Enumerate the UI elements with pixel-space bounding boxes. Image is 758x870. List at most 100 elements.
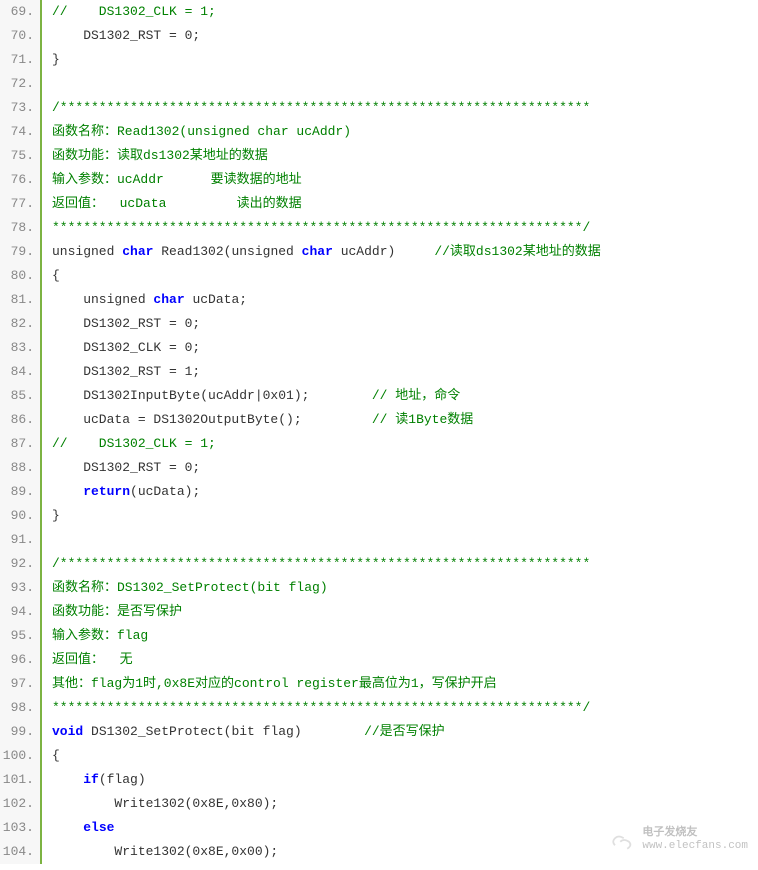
code-line[interactable]: 输入参数：flag: [52, 624, 758, 648]
code-line[interactable]: void DS1302_SetProtect(bit flag) //是否写保护: [52, 720, 758, 744]
line-number: 90.: [0, 504, 34, 528]
code-line[interactable]: if(flag): [52, 768, 758, 792]
code-token-comment: ****************************************…: [52, 700, 590, 715]
line-number: 72.: [0, 72, 34, 96]
code-line[interactable]: unsigned char ucData;: [52, 288, 758, 312]
code-token-plain: DS1302_SetProtect(bit flag): [83, 724, 364, 739]
code-line[interactable]: 函数名称：Read1302(unsigned char ucAddr): [52, 120, 758, 144]
code-token-comment: 函数名称：Read1302(unsigned char ucAddr): [52, 124, 351, 139]
code-token-plain: DS1302_RST = 1;: [52, 364, 200, 379]
code-line[interactable]: DS1302_RST = 0;: [52, 24, 758, 48]
code-token-keyword: void: [52, 724, 83, 739]
watermark: 电子发烧友 www.elecfans.com: [608, 826, 748, 854]
code-token-comment: //是否写保护: [364, 724, 445, 739]
line-number: 104.: [0, 840, 34, 864]
code-token-keyword: char: [302, 244, 333, 259]
code-token-comment: //读取ds1302某地址的数据: [434, 244, 600, 259]
line-number: 69.: [0, 0, 34, 24]
code-line[interactable]: DS1302_RST = 0;: [52, 312, 758, 336]
code-token-plain: ucAddr): [333, 244, 434, 259]
code-token-plain: ucData = DS1302OutputByte();: [52, 412, 372, 427]
code-token-plain: {: [52, 268, 60, 283]
line-number: 102.: [0, 792, 34, 816]
line-number: 79.: [0, 240, 34, 264]
line-number: 86.: [0, 408, 34, 432]
code-line[interactable]: 函数名称：DS1302_SetProtect(bit flag): [52, 576, 758, 600]
line-number: 70.: [0, 24, 34, 48]
code-line[interactable]: }: [52, 504, 758, 528]
code-line[interactable]: 函数功能：读取ds1302某地址的数据: [52, 144, 758, 168]
code-line[interactable]: 其他：flag为1时,0x8E对应的control register最高位为1，…: [52, 672, 758, 696]
code-line[interactable]: 返回值： 无: [52, 648, 758, 672]
code-token-keyword: char: [153, 292, 184, 307]
line-number: 101.: [0, 768, 34, 792]
line-number: 95.: [0, 624, 34, 648]
line-number: 96.: [0, 648, 34, 672]
line-number: 93.: [0, 576, 34, 600]
line-number: 80.: [0, 264, 34, 288]
line-number: 73.: [0, 96, 34, 120]
line-number: 88.: [0, 456, 34, 480]
code-line[interactable]: DS1302_RST = 1;: [52, 360, 758, 384]
line-number: 103.: [0, 816, 34, 840]
code-line[interactable]: ucData = DS1302OutputByte(); // 读1Byte数据: [52, 408, 758, 432]
watermark-url-text: www.elecfans.com: [642, 840, 748, 853]
code-token-comment: 函数功能：读取ds1302某地址的数据: [52, 148, 268, 163]
code-token-plain: (ucData);: [130, 484, 200, 499]
code-token-comment: 函数名称：DS1302_SetProtect(bit flag): [52, 580, 328, 595]
line-number: 75.: [0, 144, 34, 168]
code-line[interactable]: {: [52, 744, 758, 768]
code-line[interactable]: DS1302_RST = 0;: [52, 456, 758, 480]
code-token-keyword: else: [83, 820, 114, 835]
code-token-plain: ucData;: [185, 292, 247, 307]
code-line[interactable]: }: [52, 48, 758, 72]
line-number: 98.: [0, 696, 34, 720]
code-token-plain: }: [52, 508, 60, 523]
code-line[interactable]: 函数功能：是否写保护: [52, 600, 758, 624]
code-token-comment: 输入参数：flag: [52, 628, 148, 643]
line-number: 77.: [0, 192, 34, 216]
line-number: 92.: [0, 552, 34, 576]
code-line[interactable]: DS1302_CLK = 0;: [52, 336, 758, 360]
line-number: 76.: [0, 168, 34, 192]
code-token-comment: // 读1Byte数据: [372, 412, 473, 427]
code-token-comment: 输入参数：ucAddr 要读数据的地址: [52, 172, 302, 187]
code-token-plain: Read1302(unsigned: [153, 244, 301, 259]
code-token-keyword: return: [83, 484, 130, 499]
code-line[interactable]: // DS1302_CLK = 1;: [52, 432, 758, 456]
code-line[interactable]: ****************************************…: [52, 696, 758, 720]
code-line[interactable]: DS1302InputByte(ucAddr|0x01); // 地址，命令: [52, 384, 758, 408]
code-line[interactable]: [52, 528, 758, 552]
code-token-plain: (flag): [99, 772, 146, 787]
code-token-plain: [52, 772, 83, 787]
code-line[interactable]: 输入参数：ucAddr 要读数据的地址: [52, 168, 758, 192]
code-token-plain: unsigned: [52, 292, 153, 307]
line-number: 100.: [0, 744, 34, 768]
code-token-plain: unsigned: [52, 244, 122, 259]
code-line[interactable]: // DS1302_CLK = 1;: [52, 0, 758, 24]
code-line[interactable]: 返回值： ucData 读出的数据: [52, 192, 758, 216]
code-token-comment: // DS1302_CLK = 1;: [52, 4, 216, 19]
code-line[interactable]: /***************************************…: [52, 552, 758, 576]
code-token-comment: 函数功能：是否写保护: [52, 604, 182, 619]
watermark-logo-icon: [608, 826, 636, 854]
code-line[interactable]: unsigned char Read1302(unsigned char ucA…: [52, 240, 758, 264]
line-number: 84.: [0, 360, 34, 384]
line-number: 85.: [0, 384, 34, 408]
code-token-comment: ****************************************…: [52, 220, 590, 235]
code-token-plain: [52, 484, 83, 499]
code-token-plain: [52, 76, 60, 91]
code-token-comment: 其他：flag为1时,0x8E对应的control register最高位为1，…: [52, 676, 497, 691]
code-token-plain: [52, 532, 60, 547]
code-line[interactable]: return(ucData);: [52, 480, 758, 504]
line-number: 91.: [0, 528, 34, 552]
code-line[interactable]: ****************************************…: [52, 216, 758, 240]
code-line[interactable]: {: [52, 264, 758, 288]
code-line[interactable]: Write1302(0x8E,0x80);: [52, 792, 758, 816]
code-line[interactable]: /***************************************…: [52, 96, 758, 120]
line-number: 89.: [0, 480, 34, 504]
code-content[interactable]: // DS1302_CLK = 1; DS1302_RST = 0;} /***…: [42, 0, 758, 864]
code-token-plain: Write1302(0x8E,0x00);: [52, 844, 278, 859]
code-line[interactable]: [52, 72, 758, 96]
code-token-plain: [52, 820, 83, 835]
